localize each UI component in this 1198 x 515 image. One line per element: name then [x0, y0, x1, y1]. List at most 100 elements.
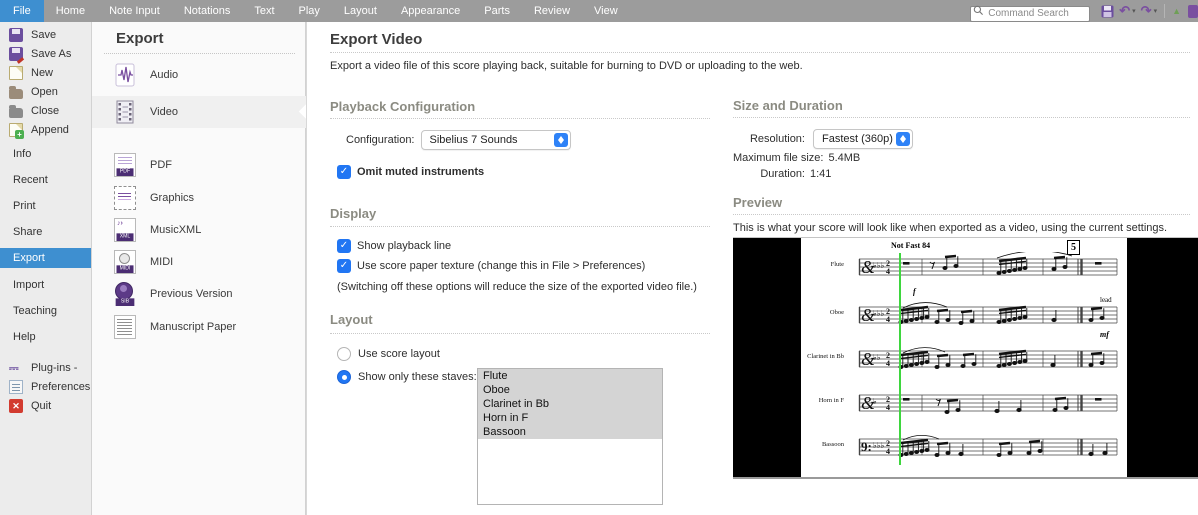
tempo-marking: Not Fast 84: [891, 241, 930, 250]
search-input[interactable]: [970, 6, 1090, 22]
tab-note-input[interactable]: Note Input: [97, 0, 172, 22]
svg-text:♭♭♭: ♭♭♭: [873, 309, 885, 318]
section-heading-display: Display: [330, 206, 376, 221]
export-item-audio[interactable]: Audio: [92, 59, 306, 91]
sidebar-item-save[interactable]: Save: [0, 25, 91, 44]
redo-icon[interactable]: ↷: [1139, 0, 1154, 22]
new-icon: [9, 66, 23, 80]
export-item-musicxml[interactable]: ♪› XML MusicXML: [92, 214, 306, 246]
tab-view[interactable]: View: [582, 0, 630, 22]
show-staves-radio[interactable]: [337, 370, 351, 384]
export-item-manuscript-paper[interactable]: Manuscript Paper: [92, 311, 306, 343]
section-heading-size-duration: Size and Duration: [733, 98, 843, 113]
staff-row-clarinet: Clarinet in Bb & ♭♭ 2 4: [801, 344, 1127, 374]
list-item-clarinet[interactable]: Clarinet in Bb: [478, 397, 662, 411]
staff-label: Bassoon: [801, 441, 844, 448]
tab-file[interactable]: File: [0, 0, 44, 22]
sidebar-item-print[interactable]: Print: [0, 193, 91, 219]
list-item-bassoon[interactable]: Bassoon: [478, 425, 662, 439]
dropdown-stepper-icon: [896, 132, 910, 146]
staves-listbox[interactable]: Flute Oboe Clarinet in Bb Horn in F Bass…: [477, 368, 663, 505]
undo-icon[interactable]: ↶: [1117, 0, 1132, 22]
paper-texture-row: ✓ Use score paper texture (change this i…: [337, 259, 645, 273]
tab-review[interactable]: Review: [522, 0, 582, 22]
tab-home[interactable]: Home: [44, 0, 97, 22]
tab-notations[interactable]: Notations: [172, 0, 242, 22]
sidebar-item-share[interactable]: Share: [0, 219, 91, 245]
toolbar-extra-icon[interactable]: [1188, 5, 1198, 18]
divider: [104, 53, 295, 54]
paper-texture-checkbox[interactable]: ✓: [337, 259, 351, 273]
divider: [733, 117, 1190, 118]
sidebar-item-plug-ins[interactable]: Plug-ins -: [0, 358, 91, 377]
close-folder-icon: [9, 108, 23, 118]
video-preview: Not Fast 84 5 f lead mf Flute & ♭♭♭ 2 4: [733, 237, 1198, 479]
omit-muted-label: Omit muted instruments: [357, 166, 484, 178]
redo-menu-caret-icon[interactable]: ▾: [1154, 7, 1161, 15]
export-item-label: MIDI: [150, 256, 173, 268]
configuration-label: Configuration:: [346, 134, 415, 146]
tab-play[interactable]: Play: [287, 0, 332, 22]
max-file-size-value: 5.4MB: [828, 152, 860, 164]
omit-muted-checkbox[interactable]: ✓: [337, 165, 351, 179]
command-search: [970, 3, 1090, 19]
tab-text[interactable]: Text: [242, 0, 286, 22]
export-item-graphics[interactable]: Graphics: [92, 182, 306, 214]
section-heading-playback-configuration: Playback Configuration: [330, 99, 475, 114]
sidebar-item-help[interactable]: Help: [0, 324, 91, 350]
sidebar-item-export[interactable]: Export: [0, 248, 91, 268]
show-playback-line-checkbox[interactable]: ✓: [337, 239, 351, 253]
sidebar-item-save-as[interactable]: Save As: [0, 44, 91, 63]
transport-triangle-icon[interactable]: ▲: [1169, 6, 1184, 16]
configuration-select[interactable]: Sibelius 7 Sounds: [421, 130, 571, 150]
pdf-icon: PDF: [114, 153, 136, 177]
file-menu-sidebar: Save Save As New Open Close Append Info …: [0, 22, 92, 515]
export-item-video[interactable]: Video: [92, 96, 306, 128]
sidebar-item-new[interactable]: New: [0, 63, 91, 82]
list-item-flute[interactable]: Flute: [478, 369, 662, 383]
export-item-pdf[interactable]: PDF PDF: [92, 149, 306, 181]
save-icon[interactable]: [1101, 5, 1114, 18]
tab-appearance[interactable]: Appearance: [389, 0, 472, 22]
sidebar-item-label: Preferences: [31, 381, 90, 393]
save-as-icon: [9, 47, 23, 61]
previous-version-icon: SIB: [114, 282, 136, 306]
paper-texture-label: Use score paper texture (change this in …: [357, 260, 645, 272]
panel-divider: [306, 22, 307, 515]
resolution-select[interactable]: Fastest (360p): [813, 129, 913, 149]
show-playback-line-row: ✓ Show playback line: [337, 239, 451, 253]
svg-text:4: 4: [886, 267, 890, 276]
staff-row-flute: Flute & ♭♭♭ 2 4: [801, 252, 1127, 282]
sidebar-item-import[interactable]: Import: [0, 272, 91, 298]
list-item-horn[interactable]: Horn in F: [478, 411, 662, 425]
sidebar-item-info[interactable]: Info: [0, 141, 91, 167]
sidebar-item-quit[interactable]: ✕ Quit: [0, 396, 91, 415]
playback-line: [899, 253, 901, 465]
tab-parts[interactable]: Parts: [472, 0, 522, 22]
export-item-midi[interactable]: MIDI MIDI: [92, 246, 306, 278]
tab-layout[interactable]: Layout: [332, 0, 389, 22]
preview-intro: This is what your score will look like w…: [733, 222, 1167, 234]
sidebar-item-close[interactable]: Close: [0, 101, 91, 120]
svg-text:4: 4: [886, 315, 890, 324]
sidebar-item-open[interactable]: Open: [0, 82, 91, 101]
sidebar-item-teaching[interactable]: Teaching: [0, 298, 91, 324]
list-item-oboe[interactable]: Oboe: [478, 383, 662, 397]
plug-icon: [9, 361, 23, 375]
ribbon-tools: ↶▾ ↷▾ ▲: [970, 0, 1198, 22]
dropdown-stepper-icon: [554, 133, 568, 147]
sidebar-item-preferences[interactable]: Preferences: [0, 377, 91, 396]
svg-text:♭♭♭: ♭♭♭: [873, 261, 885, 270]
omit-muted-row: ✓ Omit muted instruments: [337, 165, 484, 179]
dynamic-mf: mf: [1100, 330, 1109, 339]
score-page: Not Fast 84 5 f lead mf Flute & ♭♭♭ 2 4: [801, 238, 1127, 477]
export-item-previous-version[interactable]: SIB Previous Version: [92, 278, 306, 310]
show-staves-row: Show only these staves:: [337, 370, 477, 384]
sidebar-item-recent[interactable]: Recent: [0, 167, 91, 193]
divider: [733, 214, 1190, 215]
section-heading-layout: Layout: [330, 312, 373, 327]
export-item-label: Audio: [150, 69, 178, 81]
divider: [330, 52, 1190, 53]
use-score-layout-radio[interactable]: [337, 347, 351, 361]
sidebar-item-append[interactable]: Append: [0, 120, 91, 139]
